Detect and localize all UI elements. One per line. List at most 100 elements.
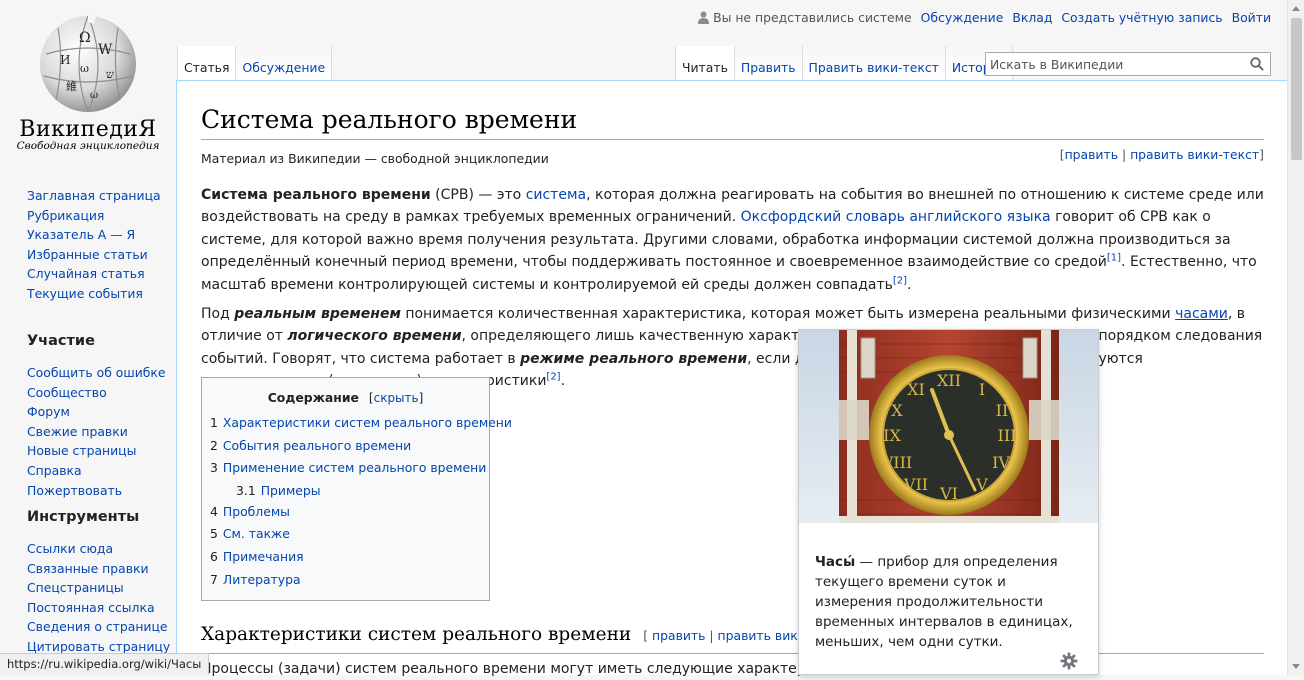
- search-input[interactable]: [986, 53, 1246, 75]
- anon-status: Вы не представились системе: [698, 10, 912, 25]
- term-real-time: реальным временем: [234, 306, 401, 322]
- sidebar-item-help[interactable]: Справка: [27, 463, 82, 478]
- toc-item[interactable]: 5 См. также: [210, 523, 489, 546]
- edit-separator: |: [705, 628, 718, 643]
- text-span: (СРВ) — это: [430, 187, 526, 203]
- toc-item[interactable]: 2 События реального времени: [210, 435, 489, 458]
- toc-toggle[interactable]: скрыть: [374, 391, 419, 405]
- toc-item[interactable]: 4 Проблемы: [210, 501, 489, 524]
- sidebar-tools: Инструменты Ссылки сюда Связанные правки…: [27, 494, 170, 657]
- toc-number: 3: [210, 460, 218, 476]
- tools-heading: Инструменты: [27, 508, 140, 525]
- tab-article[interactable]: Статья: [177, 46, 237, 80]
- sidebar-item-new-pages[interactable]: Новые страницы: [27, 443, 136, 458]
- sidebar-item-index[interactable]: Указатель А — Я: [27, 227, 135, 242]
- svg-text:W: W: [98, 42, 113, 58]
- svg-text:I: I: [979, 380, 985, 399]
- svg-text:IV: IV: [992, 453, 1010, 472]
- page-edit-links: [править | править вики-текст]: [1060, 147, 1264, 162]
- svg-text:ω: ω: [80, 62, 89, 75]
- sidebar-participation: Участие Сообщить об ошибке Сообщество Фо…: [27, 318, 166, 500]
- sidebar-item-forum[interactable]: Форум: [27, 404, 70, 419]
- tab-edit-source[interactable]: Править вики-текст: [802, 46, 946, 80]
- clock-tower-image: XII III IIIIVV VIVIIVIII IXXXI: [799, 330, 1098, 523]
- create-account-link[interactable]: Создать учётную запись: [1061, 10, 1222, 25]
- sidebar-item-report-error[interactable]: Сообщить об ошибке: [27, 365, 166, 380]
- link-oxford-dictionary[interactable]: Оксфордский словарь английского языка: [741, 209, 1051, 225]
- svg-text:II: II: [996, 401, 1009, 420]
- wikipedia-logo[interactable]: Ω W И ω ש 維 ω ВикипедиЯ Свободная энцикл…: [0, 0, 176, 160]
- logo-wordmark: ВикипедиЯ: [19, 117, 157, 142]
- link-preview-popup[interactable]: XII I II III IV V VI VII VIII IX X XI Часы́ — пр…: [798, 329, 1099, 675]
- sidebar-item-categories[interactable]: Рубрикация: [27, 208, 104, 223]
- svg-text:Ω: Ω: [79, 30, 91, 46]
- toc-item[interactable]: 7 Литература: [210, 569, 489, 592]
- toc-item[interactable]: 1 Характеристики систем реального времени: [210, 412, 512, 435]
- popup-term: Часы́: [815, 554, 856, 570]
- sidebar-item-what-links-here[interactable]: Ссылки сюда: [27, 541, 113, 556]
- article-content: Система реального времени Материал из Ви…: [176, 80, 1288, 677]
- intro-paragraph: Система реального времени (СРВ) — это си…: [201, 184, 1264, 296]
- anon-label: Вы не представились системе: [713, 10, 912, 25]
- edit-separator: |: [1118, 147, 1131, 162]
- toc-link[interactable]: Характеристики систем реального времени: [223, 415, 512, 430]
- term-real-time-mode: режиме реального времени: [520, 350, 748, 367]
- toc-link[interactable]: Литература: [223, 572, 301, 587]
- sidebar-item-main-page[interactable]: Заглавная страница: [27, 188, 161, 203]
- search-icon[interactable]: [1250, 57, 1264, 71]
- gear-icon[interactable]: [1060, 652, 1078, 670]
- view-tabs: Читать Править Править вики-текст Истори…: [675, 46, 1014, 80]
- tab-talk[interactable]: Обсуждение: [236, 46, 333, 80]
- edit-source-link[interactable]: править вики-текст: [1130, 147, 1259, 162]
- toc-item[interactable]: 3.1 Примеры: [210, 480, 489, 501]
- sidebar-item-cite-page[interactable]: Цитировать страницу: [27, 639, 170, 654]
- toc-item[interactable]: 3 Применение систем реального времени: [210, 457, 489, 480]
- toc-item[interactable]: 6 Примечания: [210, 546, 489, 569]
- svg-text:VI: VI: [939, 484, 958, 503]
- scrollbar-thumb[interactable]: [1291, 18, 1302, 160]
- sidebar-item-special-pages[interactable]: Спецстраницы: [27, 580, 124, 595]
- toc-link[interactable]: Применение систем реального времени: [223, 460, 486, 475]
- logo-tagline: Свободная энциклопедия: [16, 140, 160, 152]
- toc-list: 1 Характеристики систем реального времени…: [202, 412, 512, 592]
- toc-link[interactable]: См. также: [223, 526, 290, 541]
- personal-contributions-link[interactable]: Вклад: [1012, 10, 1052, 25]
- sidebar-item-random[interactable]: Случайная статья: [27, 266, 145, 281]
- login-link[interactable]: Войти: [1232, 10, 1271, 25]
- svg-text:III: III: [998, 426, 1017, 445]
- sidebar-item-recent-changes[interactable]: Свежие правки: [27, 424, 128, 439]
- sidebar-item-current-events[interactable]: Текущие события: [27, 286, 143, 301]
- page-scrollbar[interactable]: [1287, 0, 1304, 675]
- toc-title: Содержание: [267, 390, 359, 405]
- edit-link[interactable]: править: [1065, 147, 1118, 162]
- toc-link[interactable]: Примечания: [223, 549, 304, 564]
- toc-number: 7: [210, 571, 218, 587]
- scroll-down-arrow-icon[interactable]: [1292, 664, 1300, 669]
- reference-1[interactable]: [1]: [1107, 253, 1121, 264]
- sidebar-item-permanent-link[interactable]: Постоянная ссылка: [27, 600, 155, 615]
- scroll-up-arrow-icon[interactable]: [1292, 6, 1300, 11]
- svg-text:V: V: [975, 475, 988, 494]
- text-span: Под: [201, 306, 235, 322]
- puzzle-globe-icon: Ω W И ω ש 維 ω: [40, 15, 136, 113]
- term-logical-time: логического времени: [287, 328, 462, 345]
- section-edit-link[interactable]: править: [652, 628, 705, 643]
- tab-read[interactable]: Читать: [675, 46, 735, 80]
- toc-link[interactable]: События реального времени: [223, 438, 411, 453]
- text-span: .: [907, 276, 912, 293]
- reference-2b[interactable]: [2]: [546, 372, 560, 383]
- browser-status-bar: https://ru.wikipedia.org/wiki/Часы: [0, 653, 210, 675]
- sidebar-item-featured[interactable]: Избранные статьи: [27, 247, 148, 262]
- toc-number: 6: [210, 548, 218, 564]
- toc-link[interactable]: Примеры: [261, 483, 321, 498]
- personal-talk-link[interactable]: Обсуждение: [921, 10, 1004, 25]
- toc-link[interactable]: Проблемы: [223, 504, 290, 519]
- link-system[interactable]: система: [526, 187, 586, 203]
- link-clocks[interactable]: часами: [1175, 306, 1228, 322]
- sidebar-item-page-info[interactable]: Сведения о странице: [27, 619, 168, 634]
- sidebar-item-related-changes[interactable]: Связанные правки: [27, 561, 149, 576]
- sidebar-item-community[interactable]: Сообщество: [27, 385, 107, 400]
- popup-extract: Часы́ — прибор для определения текущего …: [815, 552, 1085, 652]
- reference-2[interactable]: [2]: [893, 275, 907, 286]
- tab-edit[interactable]: Править: [734, 46, 803, 80]
